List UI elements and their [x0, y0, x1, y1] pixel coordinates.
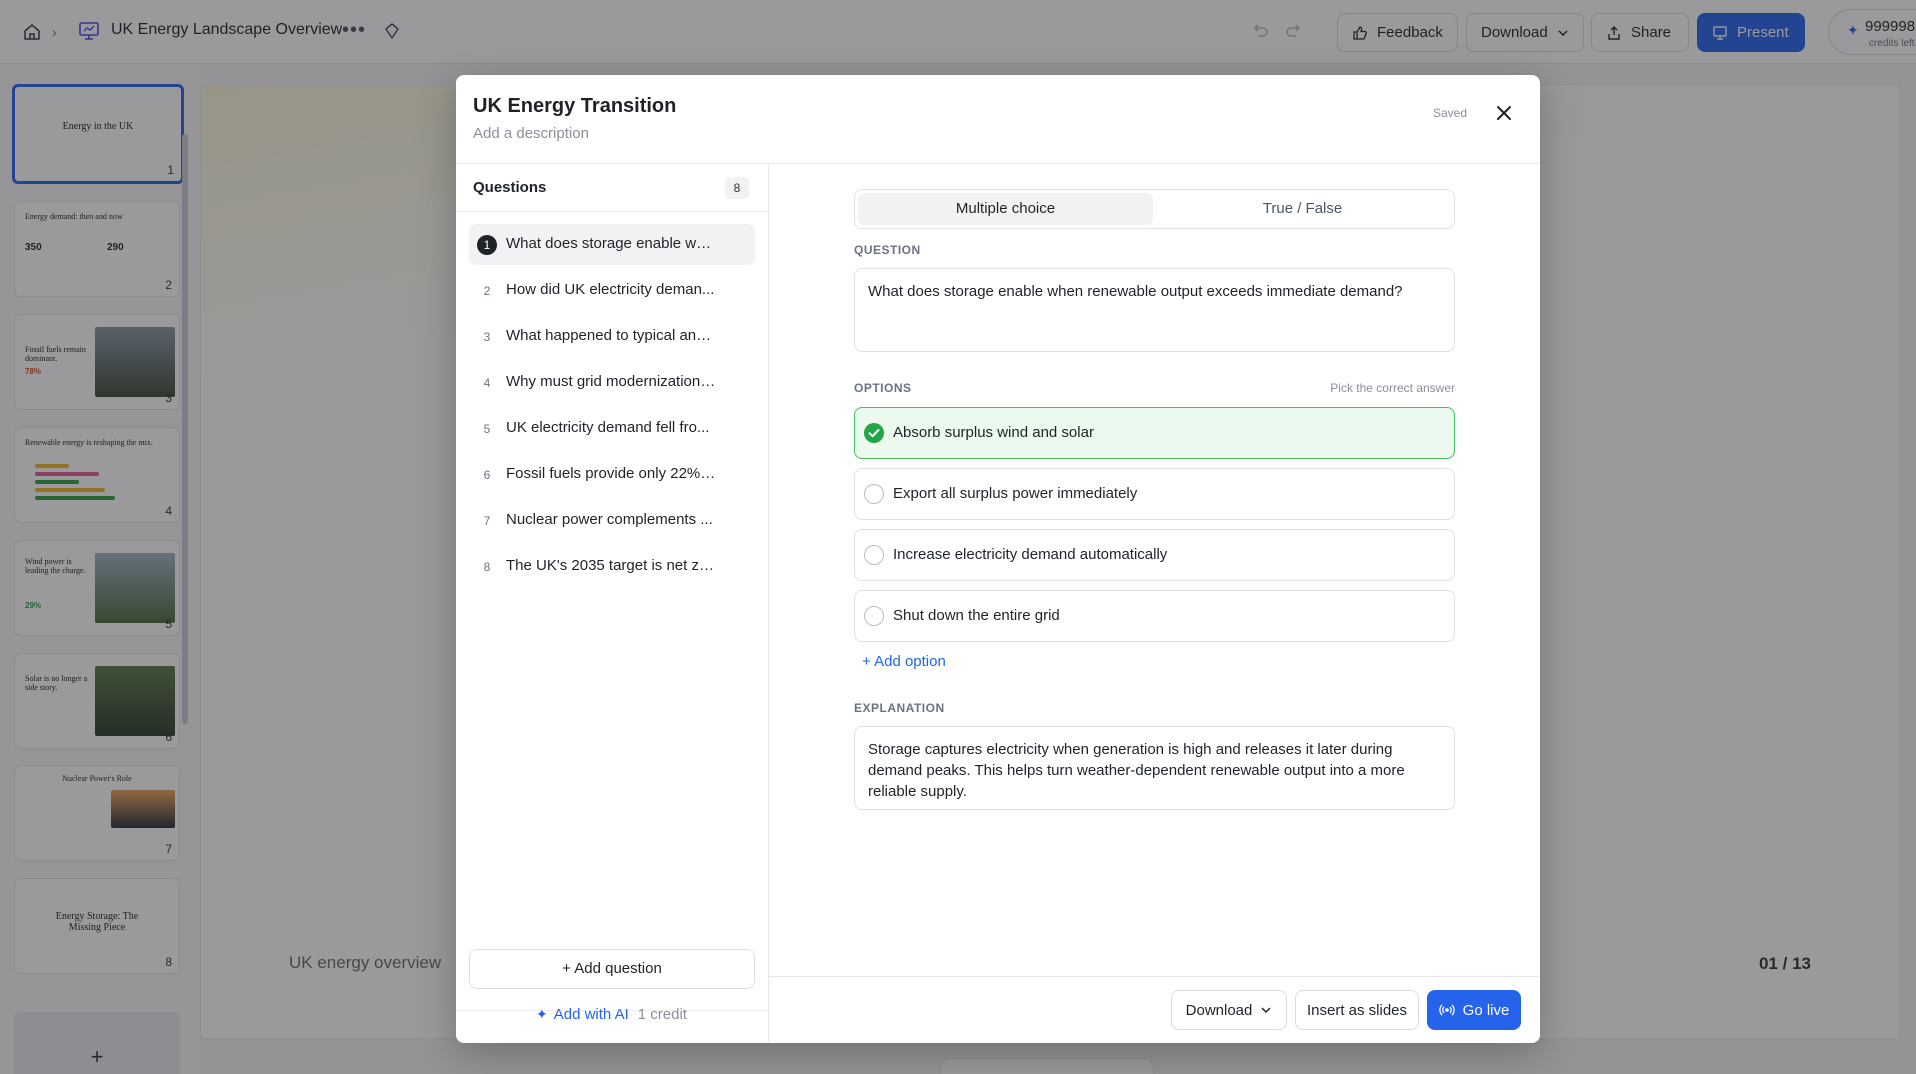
radio-button[interactable] [864, 545, 884, 565]
question-list-item[interactable]: 3 What happened to typical ann... [469, 316, 755, 357]
question-list-item[interactable]: 2 How did UK electricity deman... [469, 270, 755, 311]
question-preview: Fossil fuels provide only 22% ... [506, 465, 716, 482]
options-section-label: OPTIONS [854, 381, 912, 395]
add-with-ai-label: Add with AI [553, 1005, 629, 1023]
broadcast-icon [1438, 1004, 1455, 1016]
answer-option-text[interactable]: Shut down the entire grid [893, 607, 1060, 624]
answer-option[interactable]: Export all surplus power immediately [854, 468, 1455, 520]
question-number: 7 [483, 514, 491, 528]
question-number: 8 [483, 560, 491, 574]
question-editor: Multiple choice True / False QUESTION Wh… [769, 164, 1540, 1043]
download-dropdown-button[interactable]: Download [1171, 990, 1287, 1030]
question-number: 1 [477, 235, 497, 255]
go-live-label: Go live [1462, 1001, 1510, 1019]
question-number: 2 [483, 284, 491, 298]
questions-panel: Questions 8 1 What does storage enable w… [456, 164, 769, 1043]
quiz-editor-modal: UK Energy Transition Add a description S… [456, 75, 1540, 1043]
add-question-button[interactable]: + Add question [469, 949, 755, 989]
questions-header: Questions 8 [456, 164, 769, 212]
question-text-field[interactable]: What does storage enable when renewable … [854, 268, 1455, 352]
options-hint: Pick the correct answer [1330, 381, 1455, 395]
question-list-item[interactable]: 7 Nuclear power complements ... [469, 500, 755, 541]
question-list-item[interactable]: 6 Fossil fuels provide only 22% ... [469, 454, 755, 495]
close-icon[interactable] [1492, 101, 1516, 125]
modal-header: UK Energy Transition Add a description S… [456, 75, 1540, 164]
quiz-title[interactable]: UK Energy Transition [473, 95, 676, 118]
download-label: Download [1185, 1001, 1253, 1019]
answer-option[interactable]: Increase electricity demand automaticall… [854, 529, 1455, 581]
question-number: 4 [483, 376, 491, 390]
question-preview: UK electricity demand fell fro... [506, 419, 710, 436]
question-preview: What happened to typical ann... [506, 327, 716, 344]
answer-option-text[interactable]: Export all surplus power immediately [893, 485, 1137, 502]
question-section-label: QUESTION [854, 243, 921, 257]
tab-multiple-choice[interactable]: Multiple choice [858, 193, 1153, 225]
questions-count-badge: 8 [725, 177, 749, 199]
answer-option-text[interactable]: Increase electricity demand automaticall… [893, 546, 1167, 563]
go-live-button[interactable]: Go live [1427, 990, 1521, 1030]
check-circle-icon[interactable] [864, 423, 884, 443]
sparkle-icon: ✦ [536, 1005, 548, 1022]
question-list-item[interactable]: 1 What does storage enable wh... [469, 224, 755, 265]
question-preview: What does storage enable wh... [506, 235, 716, 252]
save-status: Saved [1433, 106, 1468, 120]
insert-as-slides-button[interactable]: Insert as slides [1295, 990, 1419, 1030]
question-preview: The UK's 2035 target is net ze... [506, 557, 716, 574]
question-number: 5 [483, 422, 491, 436]
answer-option[interactable]: Absorb surplus wind and solar [854, 407, 1455, 459]
radio-button[interactable] [864, 606, 884, 626]
quiz-description-field[interactable]: Add a description [473, 125, 589, 142]
question-number: 6 [483, 468, 491, 482]
answer-option[interactable]: Shut down the entire grid [854, 590, 1455, 642]
questions-label: Questions [473, 179, 547, 196]
tab-true-false[interactable]: True / False [1155, 193, 1450, 225]
add-option-button[interactable]: + Add option [862, 653, 946, 670]
question-preview: Why must grid modernization ... [506, 373, 716, 390]
ai-credit-cost: 1 credit [637, 1005, 687, 1023]
question-list-item[interactable]: 4 Why must grid modernization ... [469, 362, 755, 403]
question-type-toggle: Multiple choice True / False [854, 189, 1455, 229]
question-list-item[interactable]: 5 UK electricity demand fell fro... [469, 408, 755, 449]
answer-option-text[interactable]: Absorb surplus wind and solar [893, 424, 1094, 441]
question-number: 3 [483, 330, 491, 344]
question-preview: Nuclear power complements ... [506, 511, 713, 528]
explanation-text-field[interactable]: Storage captures electricity when genera… [854, 726, 1455, 810]
divider [769, 976, 1540, 977]
add-with-ai-button[interactable]: ✦ Add with AI 1 credit [536, 1003, 687, 1025]
question-list-item[interactable]: 8 The UK's 2035 target is net ze... [469, 546, 755, 587]
explanation-section-label: EXPLANATION [854, 701, 945, 715]
radio-button[interactable] [864, 484, 884, 504]
chevron-down-icon [1261, 1007, 1271, 1014]
question-preview: How did UK electricity deman... [506, 281, 715, 298]
